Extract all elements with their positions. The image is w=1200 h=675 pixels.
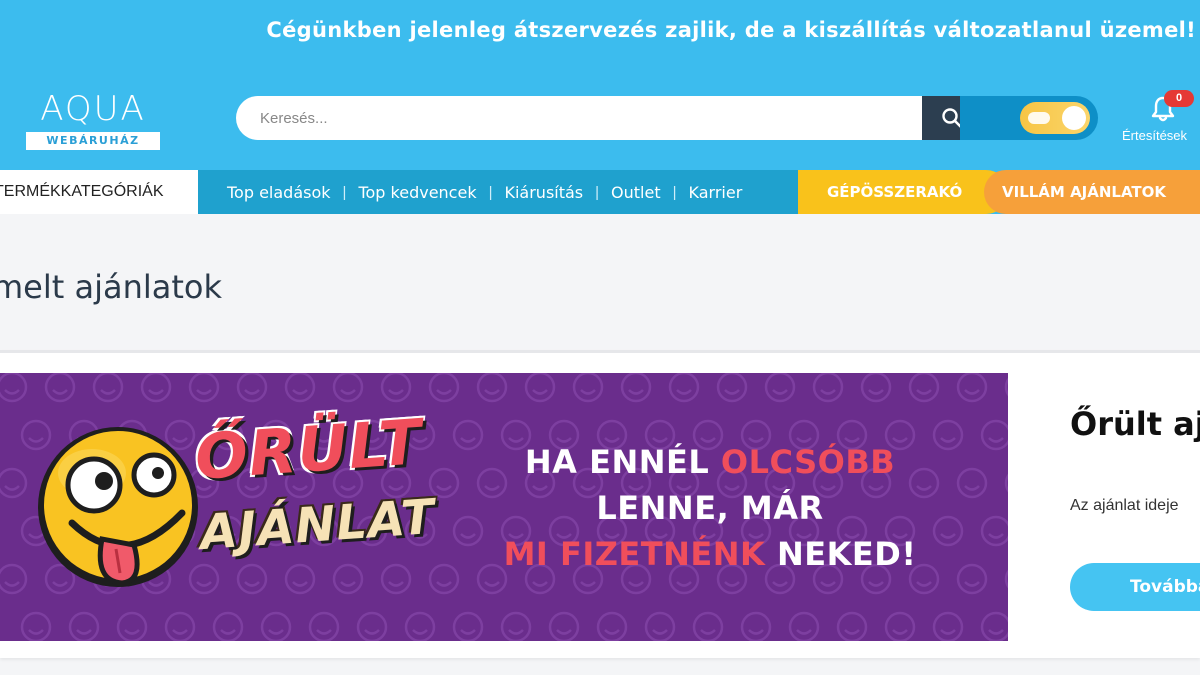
page-title: melt ajánlatok — [0, 268, 223, 306]
nav-separator: | — [488, 183, 493, 201]
product-categories-label: TERMÉKKATEGÓRIÁK — [0, 183, 164, 200]
search-bar — [236, 96, 982, 140]
toggle-knob — [1062, 106, 1086, 130]
site-header: AQUA WEBÁRUHÁZ 0 Értesítések — [0, 70, 1200, 170]
offer-banner[interactable]: ŐRÜLT AJÁNLAT HA ENNÉL OLCSÓBB LENNE, MÁ… — [0, 373, 1008, 641]
product-categories-button[interactable]: TERMÉKKATEGÓRIÁK — [0, 170, 198, 214]
nav-link-top-favorites[interactable]: Top kedvencek — [358, 183, 476, 202]
tagline-highlight: OLCSÓBB — [720, 443, 896, 481]
offer-description: Az ajánlat ideje — [1070, 497, 1179, 514]
banner-tagline-line-1: HA ENNÉL OLCSÓBB — [460, 443, 960, 481]
tagline-text: NEKED! — [765, 535, 917, 573]
offer-card: ŐRÜLT AJÁNLAT HA ENNÉL OLCSÓBB LENNE, MÁ… — [0, 350, 1200, 658]
tagline-text: HA ENNÉL — [524, 443, 721, 481]
theme-toggle[interactable] — [1020, 102, 1090, 134]
nav-separator: | — [342, 183, 347, 201]
notifications-button[interactable]: 0 Értesítések — [1120, 90, 1200, 150]
announcement-bar: Cégünkben jelenleg átszervezés zajlik, d… — [0, 0, 1200, 70]
nav-separator: | — [595, 183, 600, 201]
tagline-text: LENNE, MÁR — [596, 489, 824, 527]
crazy-emoji-icon — [38, 427, 198, 587]
announcement-text: Cégünkben jelenleg átszervezés zajlik, d… — [266, 18, 1196, 42]
notification-count-badge: 0 — [1164, 90, 1194, 107]
nav-link-top-sales[interactable]: Top eladások — [227, 183, 331, 202]
offer-title: Őrült aj — [1070, 405, 1200, 443]
logo-sub-text: WEBÁRUHÁZ — [26, 132, 160, 150]
nav-flash-deals[interactable]: VILLÁM AJÁNLATOK — [984, 170, 1200, 214]
notifications-label: Értesítések — [1122, 128, 1188, 143]
site-logo[interactable]: AQUA WEBÁRUHÁZ — [26, 90, 160, 152]
nav-link-career[interactable]: Karrier — [689, 183, 743, 202]
search-input[interactable] — [236, 96, 922, 140]
nav-links: Top eladások | Top kedvencek | Kiárusítá… — [198, 170, 838, 214]
cloud-icon — [1028, 112, 1050, 124]
offer-more-button[interactable]: Továbbá — [1070, 563, 1200, 611]
banner-tagline-line-2: LENNE, MÁR — [460, 489, 960, 527]
nav-link-clearance[interactable]: Kiárusítás — [504, 183, 583, 202]
nav-link-outlet[interactable]: Outlet — [611, 183, 661, 202]
nav-pc-builder[interactable]: GÉPÖSSZERAKÓ — [798, 170, 1008, 214]
nav-separator: | — [672, 183, 677, 201]
tagline-highlight: MI FIZETNÉNK — [503, 535, 766, 573]
main-nav: TERMÉKKATEGÓRIÁK Top eladások | Top kedv… — [0, 170, 1200, 214]
logo-main-text: AQUA — [40, 89, 146, 129]
banner-tagline-line-3: MI FIZETNÉNK NEKED! — [460, 535, 960, 573]
theme-toggle-container — [960, 96, 1098, 140]
